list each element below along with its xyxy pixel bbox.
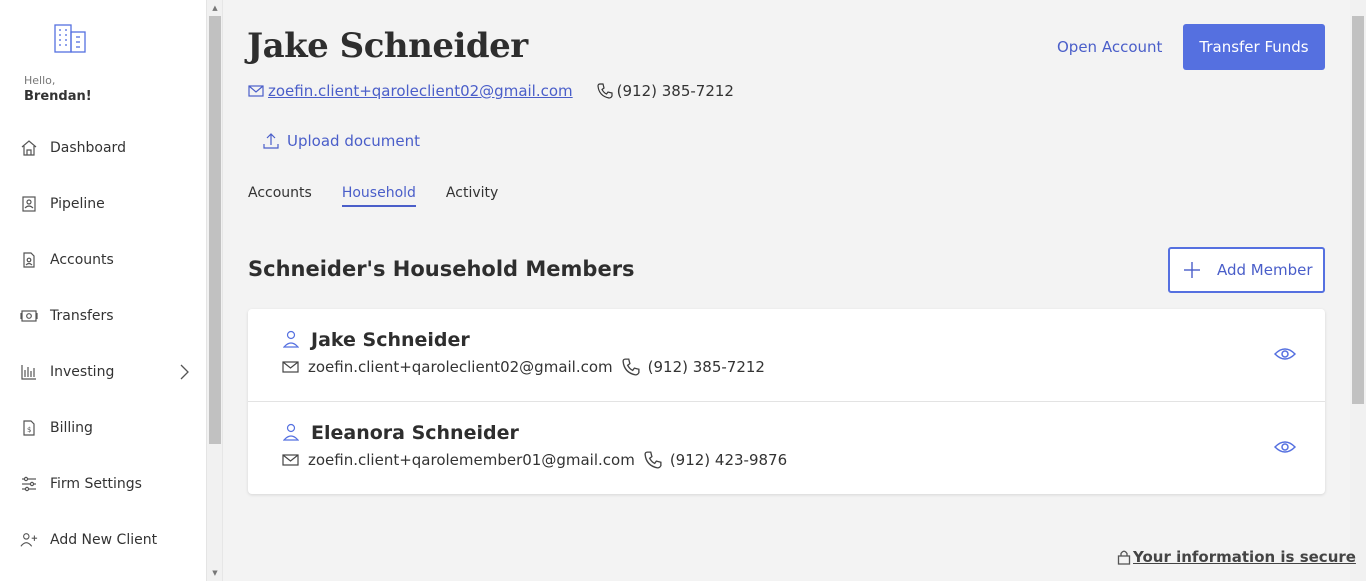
tab-activity[interactable]: Activity: [446, 185, 498, 207]
add-user-icon: [20, 533, 38, 547]
household-members-list: Jake Schneider zoefin.client+qaroleclien…: [248, 309, 1325, 494]
member-email: zoefin.client+qarolemember01@gmail.com: [308, 451, 635, 469]
tab-accounts[interactable]: Accounts: [248, 185, 312, 207]
phone-icon: [644, 451, 662, 469]
sidebar-item-label: Dashboard: [50, 140, 126, 156]
client-phone: (912) 385-7212: [616, 82, 734, 100]
person-icon: [283, 330, 299, 348]
mail-icon: [248, 85, 264, 97]
view-eye-icon[interactable]: [1274, 439, 1296, 455]
pipeline-icon: [22, 196, 36, 212]
household-title: Schneider's Household Members: [248, 257, 635, 281]
sliders-icon: [22, 476, 36, 492]
member-email: zoefin.client+qaroleclient02@gmail.com: [308, 358, 613, 376]
member-phone: (912) 423-9876: [669, 451, 788, 469]
sidebar-item-label: Transfers: [50, 308, 114, 324]
sidebar: Hello, Brendan! Dashboard Pipeline Accou…: [0, 0, 207, 581]
member-phone: (912) 385-7212: [647, 358, 765, 376]
scroll-up-arrow-icon[interactable]: ▲: [207, 0, 223, 16]
lock-icon: [1117, 550, 1131, 565]
user-name: Brendan!: [24, 89, 92, 104]
billing-icon: $: [23, 420, 35, 436]
page-title: Jake Schneider: [247, 26, 528, 66]
building-logo-icon[interactable]: [53, 21, 87, 53]
list-item: Eleanora Schneider zoefin.client+qarolem…: [248, 401, 1325, 493]
sidebar-scrollbar-thumb[interactable]: [209, 16, 221, 444]
sidebar-item-label: Billing: [50, 420, 93, 436]
sidebar-item-label: Firm Settings: [50, 476, 142, 492]
greeting: Hello,: [24, 74, 56, 87]
upload-document-button[interactable]: Upload document: [262, 132, 420, 150]
add-member-button[interactable]: Add Member: [1168, 247, 1325, 293]
client-email-link[interactable]: zoefin.client+qaroleclient02@gmail.com: [268, 82, 573, 100]
sidebar-item-pipeline[interactable]: Pipeline: [0, 186, 207, 222]
sidebar-item-label: Pipeline: [50, 196, 105, 212]
upload-document-label: Upload document: [287, 132, 421, 150]
sidebar-item-label: Add New Client: [50, 532, 158, 548]
sidebar-item-label: Accounts: [50, 252, 114, 268]
member-contact: zoefin.client+qarolemember01@gmail.com (…: [282, 450, 787, 470]
member-name: Jake Schneider: [311, 329, 470, 351]
person-icon: [283, 423, 299, 441]
tab-household[interactable]: Household: [341, 185, 416, 207]
sidebar-item-add-new-client[interactable]: Add New Client: [0, 522, 207, 558]
sidebar-item-investing[interactable]: Investing: [0, 354, 207, 390]
page-scrollbar-thumb[interactable]: [1352, 16, 1364, 404]
list-item: Jake Schneider zoefin.client+qaroleclien…: [248, 309, 1325, 401]
home-icon: [21, 140, 37, 156]
sidebar-item-transfers[interactable]: Transfers: [0, 298, 207, 334]
plus-icon: [1184, 262, 1200, 278]
sidebar-item-billing[interactable]: $ Billing: [0, 410, 207, 446]
svg-text:$: $: [27, 426, 31, 434]
upload-icon: [263, 133, 279, 149]
sidebar-item-dashboard[interactable]: Dashboard: [0, 130, 207, 166]
investing-icon: [21, 365, 36, 380]
client-tabs: Accounts Household Activity: [248, 185, 528, 207]
phone-icon: [597, 83, 613, 99]
mail-icon: [282, 454, 299, 466]
client-contact: zoefin.client+qaroleclient02@gmail.com (…: [248, 81, 734, 101]
add-member-label: Add Member: [1217, 261, 1313, 279]
transfer-funds-button[interactable]: Transfer Funds: [1183, 24, 1325, 70]
scroll-down-arrow-icon[interactable]: ▼: [207, 565, 223, 581]
sidebar-item-accounts[interactable]: Accounts: [0, 242, 207, 278]
sidebar-item-firm-settings[interactable]: Firm Settings: [0, 466, 207, 502]
secure-info-label: Your information is secure: [1133, 548, 1356, 566]
sidebar-item-label: Investing: [50, 364, 115, 380]
view-eye-icon[interactable]: [1274, 346, 1296, 362]
member-contact: zoefin.client+qaroleclient02@gmail.com (…: [282, 357, 765, 377]
mail-icon: [282, 361, 299, 373]
accounts-icon: [23, 252, 35, 268]
secure-info-link[interactable]: Your information is secure: [1117, 548, 1356, 566]
transfers-icon: [20, 310, 38, 322]
chevron-right-icon[interactable]: [178, 363, 190, 381]
member-name: Eleanora Schneider: [311, 422, 519, 444]
open-account-button[interactable]: Open Account: [1057, 38, 1162, 56]
phone-icon: [622, 358, 640, 376]
